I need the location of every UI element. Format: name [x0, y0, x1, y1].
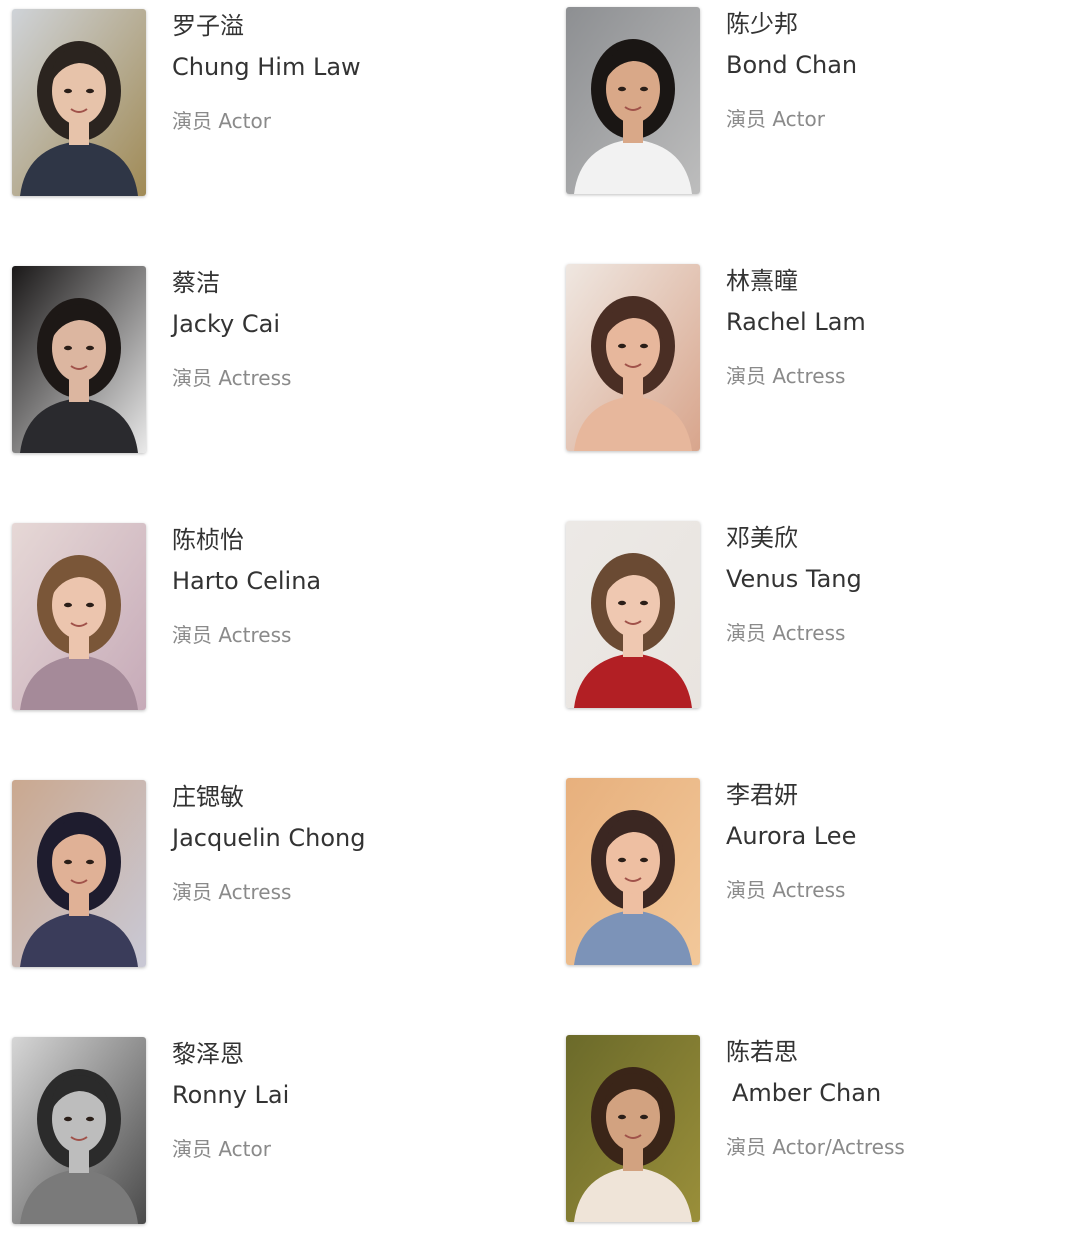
role-label: 演员 Actor/Actress [726, 1135, 905, 1159]
portrait-photo [566, 778, 700, 965]
portrait-image [12, 523, 146, 710]
chinese-name: 李君妍 [726, 781, 798, 809]
chinese-name: 邓美欣 [726, 524, 798, 552]
right-eye [86, 1116, 94, 1122]
chinese-name: 庄锶敏 [172, 783, 244, 811]
left-eye [618, 1114, 626, 1120]
right-eye [86, 859, 94, 865]
role-label: 演员 Actress [726, 878, 846, 902]
right-eye [86, 602, 94, 608]
portrait-image [12, 780, 146, 967]
portrait-image [12, 1037, 146, 1224]
chinese-name: 蔡洁 [172, 269, 220, 297]
left-eye [618, 343, 626, 349]
right-eye [86, 345, 94, 351]
role-label: 演员 Actor [172, 1137, 271, 1161]
english-name: Rachel Lam [726, 308, 866, 336]
english-name: Amber Chan [732, 1079, 882, 1107]
portrait-photo [566, 1035, 700, 1222]
english-name: Harto Celina [172, 567, 322, 595]
cast-card-venus-tang[interactable]: 邓美欣 Venus Tang 演员 Actress [566, 521, 1066, 716]
portrait-photo [12, 9, 146, 196]
left-eye [64, 602, 72, 608]
cast-card-ronny-lai[interactable]: 黎泽恩 Ronny Lai 演员 Actor [12, 1037, 512, 1232]
cast-list-page: 罗子溢 Chung Him Law 演员 Actor 陈少邦 Bond Chan… [0, 0, 1080, 1236]
portrait-photo [12, 523, 146, 710]
right-eye [640, 857, 648, 863]
portrait-photo [12, 780, 146, 967]
cast-card-amber-chan[interactable]: 陈若思 Amber Chan 演员 Actor/Actress [566, 1035, 1066, 1230]
right-eye [640, 600, 648, 606]
english-name: Bond Chan [726, 51, 858, 79]
portrait-image [566, 521, 700, 708]
english-name: Jacky Cai [172, 310, 280, 338]
english-name: Ronny Lai [172, 1081, 290, 1109]
portrait-image [566, 778, 700, 965]
role-label: 演员 Actor [726, 107, 825, 131]
portrait-image [566, 1035, 700, 1222]
role-label: 演员 Actress [172, 366, 292, 390]
english-name: Venus Tang [726, 565, 862, 593]
role-label: 演员 Actress [726, 364, 846, 388]
chinese-name: 罗子溢 [172, 12, 244, 40]
portrait-image [566, 7, 700, 194]
left-eye [618, 857, 626, 863]
left-eye [618, 600, 626, 606]
right-eye [640, 1114, 648, 1120]
chinese-name: 陈桢怡 [172, 526, 244, 554]
left-eye [64, 345, 72, 351]
chinese-name: 陈少邦 [726, 10, 798, 38]
portrait-photo [566, 521, 700, 708]
portrait-photo [12, 266, 146, 453]
english-name: Jacquelin Chong [172, 824, 366, 852]
portrait-photo [566, 264, 700, 451]
english-name: Chung Him Law [172, 53, 361, 81]
chinese-name: 黎泽恩 [172, 1040, 244, 1068]
role-label: 演员 Actress [172, 880, 292, 904]
cast-card-chung-him-law[interactable]: 罗子溢 Chung Him Law 演员 Actor [12, 9, 512, 204]
english-name: Aurora Lee [726, 822, 857, 850]
left-eye [618, 86, 626, 92]
cast-card-aurora-lee[interactable]: 李君妍 Aurora Lee 演员 Actress [566, 778, 1066, 973]
cast-card-jacquelin-chong[interactable]: 庄锶敏 Jacquelin Chong 演员 Actress [12, 780, 512, 975]
role-label: 演员 Actress [172, 623, 292, 647]
cast-card-harto-celina[interactable]: 陈桢怡 Harto Celina 演员 Actress [12, 523, 512, 718]
chinese-name: 林熹瞳 [726, 267, 798, 295]
portrait-image [12, 266, 146, 453]
left-eye [64, 1116, 72, 1122]
left-eye [64, 88, 72, 94]
chinese-name: 陈若思 [726, 1038, 798, 1066]
right-eye [640, 86, 648, 92]
role-label: 演员 Actor [172, 109, 271, 133]
right-eye [640, 343, 648, 349]
portrait-photo [12, 1037, 146, 1224]
cast-card-rachel-lam[interactable]: 林熹瞳 Rachel Lam 演员 Actress [566, 264, 1066, 459]
left-eye [64, 859, 72, 865]
right-eye [86, 88, 94, 94]
portrait-image [12, 9, 146, 196]
cast-card-bond-chan[interactable]: 陈少邦 Bond Chan 演员 Actor [566, 7, 1066, 202]
role-label: 演员 Actress [726, 621, 846, 645]
cast-card-jacky-cai[interactable]: 蔡洁 Jacky Cai 演员 Actress [12, 266, 512, 461]
portrait-photo [566, 7, 700, 194]
portrait-image [566, 264, 700, 451]
